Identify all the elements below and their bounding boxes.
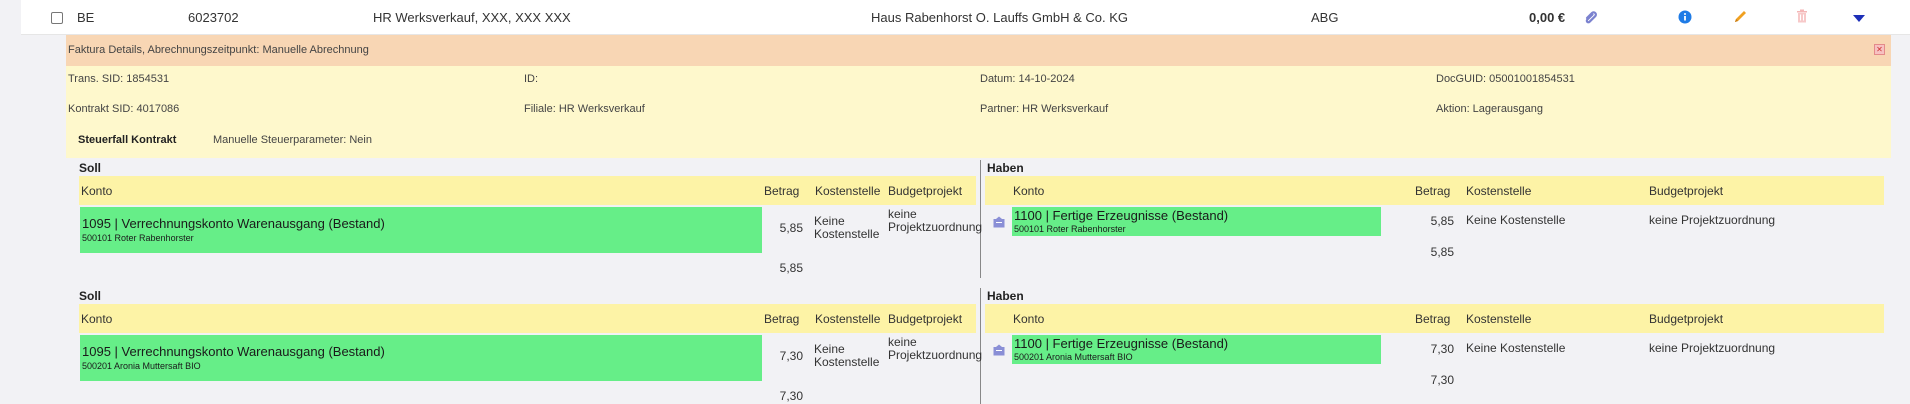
faktura-details-title: Faktura Details, Abrechnungszeitpunkt: M… (68, 44, 369, 56)
col-kostenstelle: Kostenstelle (815, 312, 881, 326)
col-konto: Konto (81, 312, 113, 326)
soll-konto-cell[interactable]: 1095 | Verrechnungskonto Warenausgang (B… (80, 335, 762, 381)
col-betrag: Betrag (764, 184, 800, 198)
col-konto: Konto (1013, 312, 1045, 326)
column-divider (980, 160, 981, 278)
col-budgetprojekt: Budgetprojekt (888, 312, 963, 326)
soll-budgetprojekt: keine Projektzuordnung (888, 335, 983, 362)
kontrakt-sid: Kontrakt SID: 4017086 (68, 103, 180, 115)
haben-betrag: 5,85 (1430, 214, 1454, 228)
row-checkbox[interactable] (51, 12, 63, 24)
soll-kostenstelle: Keine Kostenstelle (814, 342, 880, 369)
info-icon[interactable] (1678, 10, 1692, 27)
faktura-details-header: Faktura Details, Abrechnungszeitpunkt: M… (66, 35, 1891, 66)
col-kostenstelle: Kostenstelle (1466, 312, 1532, 326)
id-field: ID: (524, 73, 539, 85)
steuerfall-label: Steuerfall Kontrakt (78, 134, 177, 146)
haben-sum: 5,85 (1430, 245, 1454, 259)
row-code: ABG (1311, 10, 1339, 25)
pencil-icon[interactable] (1733, 9, 1748, 27)
konto-sub: 500201 Aronia Muttersaft BIO (82, 361, 201, 371)
soll-betrag: 5,85 (779, 221, 803, 235)
col-betrag: Betrag (764, 312, 800, 326)
docguid-field: DocGUID: 05001001854531 (1436, 73, 1575, 85)
haben-kostenstelle: Keine Kostenstelle (1466, 213, 1566, 227)
col-konto: Konto (81, 184, 113, 198)
haben-betrag: 7,30 (1430, 342, 1454, 356)
konto-main: 1100 | Fertige Erzeugnisse (Bestand) (1014, 336, 1229, 351)
konto-sub: 500201 Aronia Muttersaft BIO (1014, 352, 1133, 362)
konto-main: 1095 | Verrechnungskonto Warenausgang (B… (82, 344, 385, 359)
konto-main: 1100 | Fertige Erzeugnisse (Bestand) (1014, 208, 1229, 223)
transaction-row[interactable]: BE 6023702 HR Werksverkauf, XXX, XXX XXX… (21, 0, 1910, 35)
row-amount: 0,00 € (1529, 10, 1566, 25)
row-type: BE (77, 10, 95, 25)
soll-sum: 7,30 (779, 389, 803, 403)
row-number: 6023702 (188, 10, 239, 25)
col-konto: Konto (1013, 184, 1045, 198)
soll-sum: 5,85 (779, 261, 803, 275)
konto-sub: 500101 Roter Rabenhorster (1014, 224, 1126, 234)
faktura-details-panel: Faktura Details, Abrechnungszeitpunkt: M… (66, 35, 1891, 158)
haben-budgetprojekt: keine Projektzuordnung (1649, 213, 1776, 227)
soll-konto-cell[interactable]: 1095 | Verrechnungskonto Warenausgang (B… (80, 207, 762, 253)
haben-budgetprojekt: keine Projektzuordnung (1649, 341, 1776, 355)
col-betrag: Betrag (1415, 184, 1451, 198)
paperclip-icon[interactable] (1583, 9, 1599, 28)
haben-konto-cell[interactable]: 1100 | Fertige Erzeugnisse (Bestand) 500… (1012, 207, 1381, 236)
haben-title: Haben (987, 161, 1024, 175)
triangle-down-icon[interactable] (1852, 12, 1866, 26)
col-budgetprojekt: Budgetprojekt (1649, 184, 1724, 198)
close-icon[interactable]: ✕ (1874, 44, 1885, 55)
soll-title: Soll (79, 161, 102, 175)
col-kostenstelle: Kostenstelle (1466, 184, 1532, 198)
document-icon[interactable] (993, 344, 1005, 356)
partner-field: Partner: HR Werksverkauf (980, 103, 1109, 115)
document-icon[interactable] (993, 216, 1005, 228)
soll-title: Soll (79, 289, 102, 303)
aktion-field: Aktion: Lagerausgang (1436, 103, 1544, 115)
row-customer: HR Werksverkauf, XXX, XXX XXX (373, 10, 571, 25)
soll-betrag: 7,30 (779, 349, 803, 363)
haben-sum: 7,30 (1430, 373, 1454, 387)
haben-title: Haben (987, 289, 1024, 303)
soll-kostenstelle: Keine Kostenstelle (814, 214, 880, 241)
col-kostenstelle: Kostenstelle (815, 184, 881, 198)
filiale-field: Filiale: HR Werksverkauf (524, 103, 645, 115)
manuelle-steuerparameter: Manuelle Steuerparameter: Nein (213, 134, 372, 146)
konto-main: 1095 | Verrechnungskonto Warenausgang (B… (82, 216, 385, 231)
col-budgetprojekt: Budgetprojekt (888, 184, 963, 198)
col-budgetprojekt: Budgetprojekt (1649, 312, 1724, 326)
row-partner: Haus Rabenhorst O. Lauffs GmbH & Co. KG (871, 10, 1128, 25)
haben-konto-cell[interactable]: 1100 | Fertige Erzeugnisse (Bestand) 500… (1012, 335, 1381, 364)
trash-icon[interactable] (1796, 9, 1808, 26)
soll-budgetprojekt: keine Projektzuordnung (888, 207, 983, 234)
col-betrag: Betrag (1415, 312, 1451, 326)
konto-sub: 500101 Roter Rabenhorster (82, 233, 194, 243)
trans-sid: Trans. SID: 1854531 (68, 73, 170, 85)
column-divider (980, 288, 981, 404)
haben-kostenstelle: Keine Kostenstelle (1466, 341, 1566, 355)
datum-field: Datum: 14-10-2024 (980, 73, 1075, 85)
